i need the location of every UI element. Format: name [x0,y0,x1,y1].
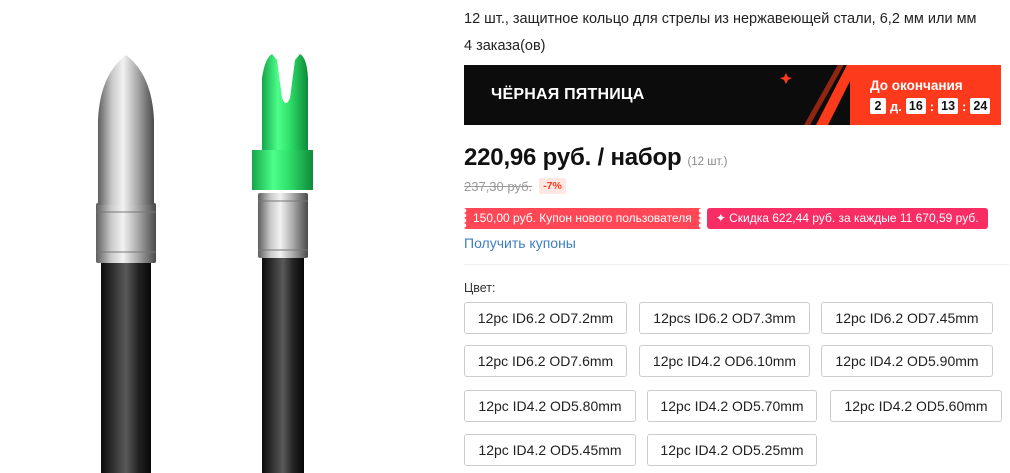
discount-badge: -7% [539,178,566,194]
product-image [96,54,313,473]
countdown-days: 2 [870,98,886,114]
variant-option[interactable]: 12pc ID4.2 OD5.70mm [647,390,817,422]
promo-title: ЧЁРНАЯ ПЯТНИЦА [491,86,645,103]
countdown-label: До окончания [870,78,963,93]
color-label: Цвет: [464,281,496,295]
black-friday-banner[interactable]: ЧЁРНАЯ ПЯТНИЦА До окончания 2 д. 16 : 13… [464,65,1001,125]
get-coupons-link[interactable]: Получить купоны [464,235,576,251]
store-discount-coupon[interactable]: ✦ Скидка 622,44 руб. за каждые 11 670,59… [706,208,988,229]
variant-option[interactable]: 12pc ID6.2 OD7.45mm [821,302,993,334]
countdown-row: 2 д. 16 : 13 : 24 [870,98,991,114]
arrow-point-illustration [96,55,156,473]
variant-option[interactable]: 12pc ID6.2 OD7.2mm [464,302,627,334]
countdown-timer: До окончания 2 д. 16 : 13 : 24 [850,65,1001,125]
variant-option[interactable]: 12pc ID4.2 OD6.10mm [639,345,810,377]
variant-option[interactable]: 12pc ID4.2 OD5.90mm [821,345,993,377]
product-title: 12 шт., защитное кольцо для стрелы из не… [464,11,977,27]
variant-option[interactable]: 12pc ID6.2 OD7.6mm [464,345,627,377]
sparkle-icon [780,73,792,84]
price-row: 220,96 руб. / набор (12 шт.) [464,144,728,172]
variant-option[interactable]: 12pc ID4.2 OD5.45mm [464,434,636,466]
price-quantity-note: (12 шт.) [687,156,728,168]
variant-option[interactable]: 12pc ID4.2 OD5.25mm [647,434,817,466]
old-price-row: 237,30 руб. -7% [464,178,566,194]
countdown-separator: : [929,98,935,114]
countdown-separator: : [962,98,967,114]
variant-option[interactable]: 12pc ID4.2 OD5.60mm [830,390,1002,422]
variant-option[interactable]: 12pcs ID6.2 OD7.3mm [639,302,810,334]
current-price: 220,96 руб. / набор [464,144,682,171]
countdown-hours: 16 [905,98,926,114]
coupon-row: 150,00 руб. Купон нового пользователя ✦ … [464,208,988,229]
countdown-days-unit: д. [890,98,902,114]
arrow-nock-illustration [252,54,313,473]
countdown-minutes: 13 [938,98,959,114]
countdown-seconds: 24 [970,98,991,114]
variant-option[interactable]: 12pc ID4.2 OD5.80mm [464,390,636,422]
divider [464,264,1009,265]
orders-count: 4 заказа(ов) [464,38,546,54]
old-price: 237,30 руб. [464,178,533,194]
new-user-coupon[interactable]: 150,00 руб. Купон нового пользователя [464,208,701,229]
product-page: 12 шт., защитное кольцо для стрелы из не… [0,0,1010,473]
promo-ribbon-decoration [780,65,854,125]
